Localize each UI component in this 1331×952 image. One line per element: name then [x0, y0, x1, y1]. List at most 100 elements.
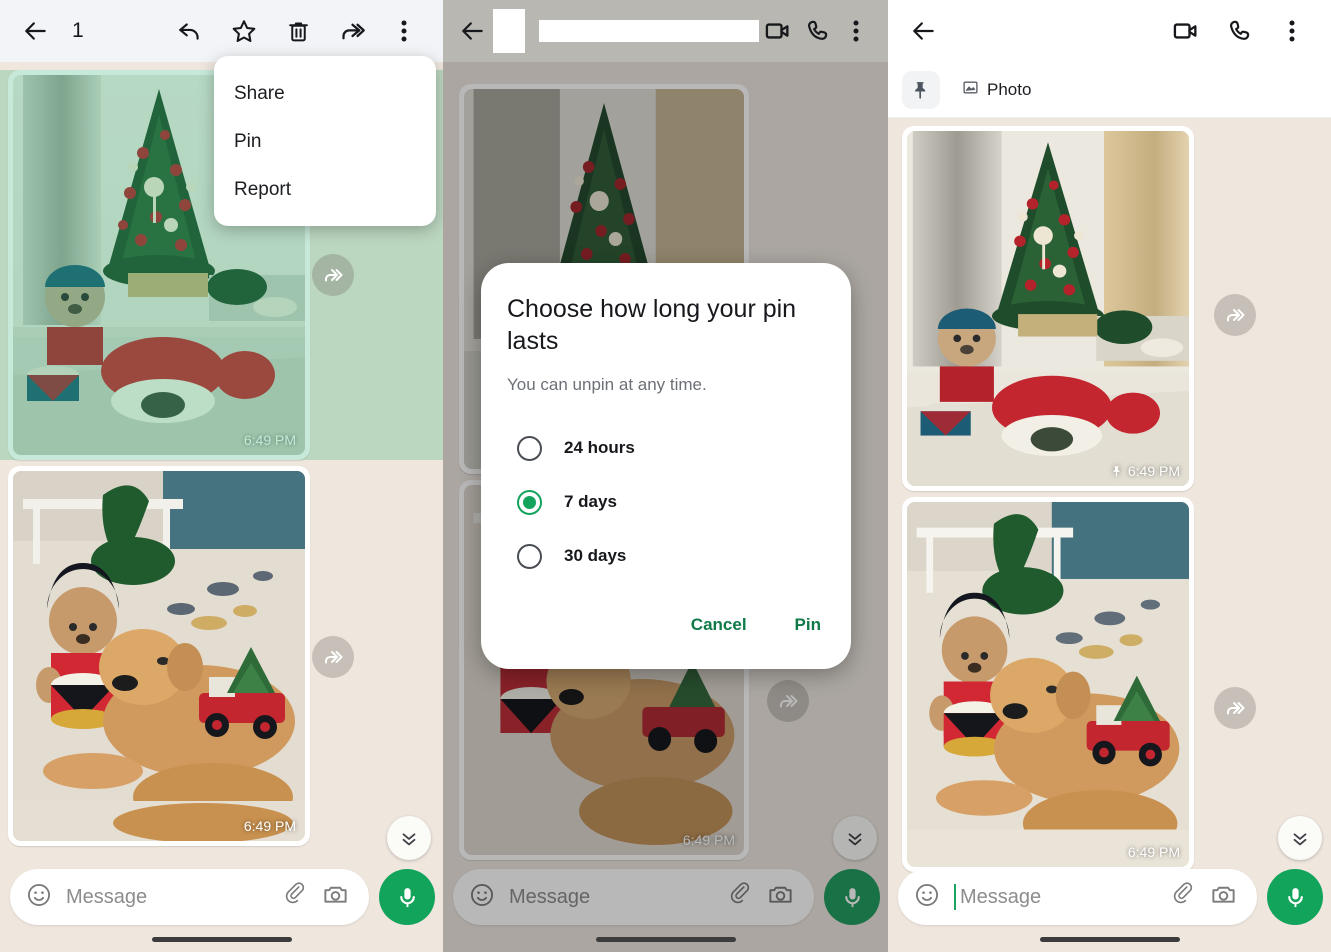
overflow-menu[interactable]: Share Pin Report: [214, 56, 436, 226]
overflow-menu-icon[interactable]: [837, 18, 874, 44]
voice-call-icon[interactable]: [798, 18, 837, 44]
nav-pill: [151, 936, 292, 942]
camera-icon[interactable]: [322, 881, 349, 913]
message-timestamp: 6:49 PM: [683, 832, 735, 848]
message-input-placeholder[interactable]: Message: [954, 884, 1157, 910]
message-input-placeholder[interactable]: Message: [66, 886, 269, 909]
timestamp-text: 6:49 PM: [1127, 463, 1180, 479]
video-call-icon[interactable]: [1159, 17, 1213, 45]
overflow-menu-icon[interactable]: [1267, 18, 1317, 44]
dialog-subtitle: You can unpin at any time.: [507, 375, 707, 394]
message-input-placeholder[interactable]: Message: [509, 886, 714, 909]
mic-button[interactable]: [1267, 869, 1323, 925]
message-bubble-photo[interactable]: 6:49 PM: [8, 466, 310, 846]
three-panel-screenshot: 1 6:49 PM 6:49 PM Message Share Pin Repo…: [0, 0, 1331, 952]
chat-toolbar: [443, 0, 888, 62]
back-button[interactable]: [457, 18, 489, 44]
option-30-days[interactable]: 30 days: [507, 529, 825, 583]
avatar[interactable]: [493, 9, 526, 53]
message-bubble-photo-pinned[interactable]: 6:49 PM: [902, 126, 1194, 491]
forward-button[interactable]: [312, 254, 354, 296]
message-input-field[interactable]: Message: [10, 869, 369, 925]
cancel-button[interactable]: Cancel: [677, 605, 761, 645]
message-timestamp: 6:49 PM: [1111, 463, 1180, 479]
message-timestamp: 6:49 PM: [244, 432, 296, 448]
system-nav-bar: [443, 926, 888, 952]
message-timestamp: 6:49 PM: [244, 818, 296, 834]
system-nav-bar: [888, 926, 1331, 952]
menu-item-pin[interactable]: Pin: [214, 118, 436, 166]
voice-call-icon[interactable]: [1213, 18, 1267, 44]
pinned-message-bar[interactable]: Photo: [888, 62, 1331, 118]
pinned-attachment: Photo: [962, 79, 1031, 101]
selected-count: 1: [72, 19, 84, 42]
panel-selection-mode: 1 6:49 PM 6:49 PM Message Share Pin Repo…: [0, 0, 443, 952]
camera-icon[interactable]: [767, 881, 794, 913]
option-label: 30 days: [564, 546, 627, 565]
option-label: 24 hours: [564, 438, 635, 457]
message-bubble-photo[interactable]: 6:49 PM: [902, 497, 1194, 872]
nav-pill: [1039, 936, 1180, 942]
forward-button[interactable]: [1214, 294, 1256, 336]
pinned-label: Photo: [987, 79, 1032, 99]
photo-icon: [962, 79, 979, 101]
chat-toolbar: [888, 0, 1331, 62]
photo-attachment[interactable]: 6:49 PM: [907, 502, 1189, 867]
placeholder-text: Message: [960, 885, 1042, 908]
option-24-hours[interactable]: 24 hours: [507, 421, 825, 475]
scroll-to-bottom-button[interactable]: [833, 816, 877, 860]
pin-duration-dialog[interactable]: Choose how long your pin lasts You can u…: [481, 263, 851, 669]
radio-selected-icon[interactable]: [517, 489, 542, 515]
scroll-to-bottom-button[interactable]: [387, 816, 431, 860]
timestamp-text: 6:49 PM: [243, 818, 296, 834]
photo-dog-teddy: [13, 471, 305, 841]
message-input-field[interactable]: Message: [453, 869, 814, 925]
reply-icon[interactable]: [163, 18, 217, 44]
attach-icon[interactable]: [728, 882, 753, 912]
overflow-menu-icon[interactable]: [379, 18, 429, 44]
back-button[interactable]: [14, 18, 58, 44]
pin-button[interactable]: Pin: [781, 605, 825, 645]
option-7-days[interactable]: 7 days: [507, 475, 825, 529]
video-call-icon[interactable]: [759, 17, 798, 45]
selection-toolbar: 1: [0, 0, 443, 62]
message-wrapper[interactable]: 6:49 PM: [888, 126, 1331, 491]
delete-icon[interactable]: [271, 19, 325, 44]
timestamp-text: 6:49 PM: [1127, 844, 1180, 860]
system-nav-bar: [0, 926, 443, 952]
text-caret: [954, 884, 956, 910]
forward-icon[interactable]: [325, 18, 379, 45]
mic-button[interactable]: [824, 869, 880, 925]
forward-button[interactable]: [767, 680, 809, 722]
timestamp-text: 6:49 PM: [682, 832, 735, 848]
nav-pill: [595, 936, 736, 942]
menu-item-share[interactable]: Share: [214, 70, 436, 118]
scroll-to-bottom-button[interactable]: [1278, 816, 1322, 860]
back-button[interactable]: [902, 18, 946, 44]
emoji-icon[interactable]: [914, 882, 940, 913]
message-wrapper[interactable]: 6:49 PM: [888, 497, 1331, 872]
pin-icon: [1113, 466, 1120, 477]
message-input-field[interactable]: Message: [898, 869, 1257, 925]
timestamp-text: 6:49 PM: [243, 432, 296, 448]
contact-name-redacted: [539, 20, 759, 42]
star-icon[interactable]: [217, 18, 271, 44]
emoji-icon[interactable]: [26, 882, 52, 913]
radio-unselected-icon[interactable]: [517, 435, 542, 461]
attach-icon[interactable]: [1171, 882, 1196, 912]
menu-item-report[interactable]: Report: [214, 166, 436, 214]
panel-pin-dialog: 6:49 PM Message Choose how long your pin…: [443, 0, 888, 952]
chat-body[interactable]: 6:49 PM: [888, 118, 1331, 952]
message-wrapper[interactable]: 6:49 PM: [0, 466, 443, 846]
photo-attachment[interactable]: 6:49 PM: [907, 131, 1189, 486]
attach-icon[interactable]: [283, 882, 308, 912]
message-timestamp: 6:49 PM: [1128, 844, 1180, 860]
radio-unselected-icon[interactable]: [517, 543, 542, 569]
emoji-icon[interactable]: [469, 882, 495, 913]
mic-button[interactable]: [379, 869, 435, 925]
camera-icon[interactable]: [1210, 881, 1237, 913]
forward-button[interactable]: [312, 636, 354, 678]
photo-attachment[interactable]: 6:49 PM: [13, 471, 305, 841]
photo-dog-teddy: [907, 502, 1189, 867]
forward-button[interactable]: [1214, 687, 1256, 729]
